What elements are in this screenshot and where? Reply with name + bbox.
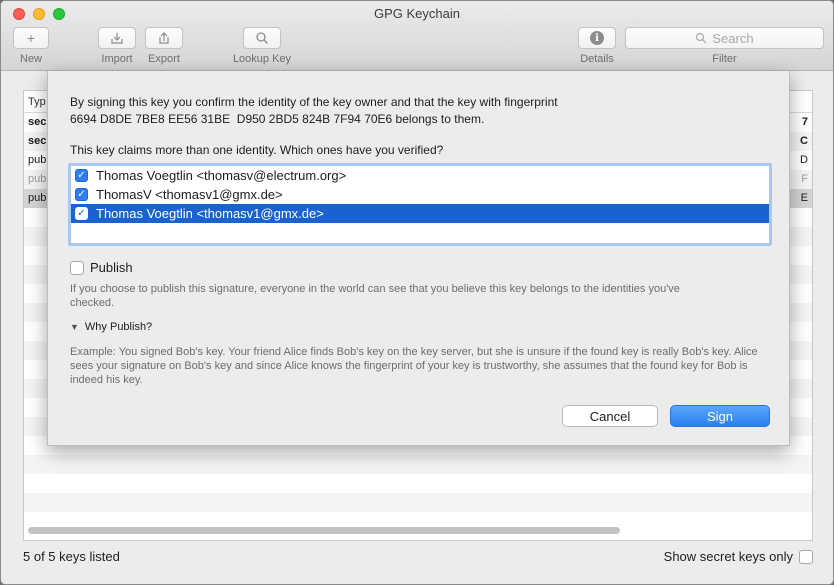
import-button[interactable] [98,27,136,49]
publish-checkbox[interactable] [70,260,84,275]
publish-example-text: Example: You signed Bob's key. Your frie… [70,346,758,386]
horizontal-scrollbar[interactable] [28,527,620,534]
import-icon [111,33,123,44]
app-window: GPG Keychain + New Import Export Lookup … [0,0,834,585]
sign-intro-text: By signing this key you confirm the iden… [70,94,760,128]
lookup-key-button[interactable] [243,27,281,49]
import-label: Import [101,53,133,65]
filter-tool: Search Filter [625,27,824,65]
lookup-key-tool[interactable]: Lookup Key [232,27,292,65]
export-button[interactable] [145,27,183,49]
search-input[interactable]: Search [625,27,824,49]
identity-row-selected[interactable]: ✓ Thomas Voegtlin <thomasv1@gmx.de> [71,204,769,223]
publish-note: If you choose to publish this signature,… [70,283,680,309]
type-column-header[interactable]: Typ [28,96,46,108]
key-id-cell: D [800,154,808,166]
why-publish-disclosure[interactable]: ▼ Why Publish? [70,321,152,333]
identity-checkbox[interactable]: ✓ [75,188,88,201]
secret-keys-only-label: Show secret keys only [663,549,793,564]
sign-intro-line: By signing this key you confirm the iden… [70,95,558,109]
empty-row [24,474,812,493]
info-icon: i [590,31,604,45]
sign-key-sheet: By signing this key you confirm the iden… [47,71,790,446]
identities-question: This key claims more than one identity. … [70,143,444,157]
plus-icon: + [26,30,36,46]
empty-row [24,455,812,474]
details-label: Details [580,53,614,65]
key-id-cell: 7 [801,116,808,128]
import-tool[interactable]: Import [98,27,136,65]
key-type-cell: pub [28,154,47,166]
identity-label: Thomas Voegtlin <thomasv@electrum.org> [96,168,347,183]
identity-checkbox[interactable]: ✓ [75,169,88,182]
key-id-cell: C [800,135,808,147]
key-id-cell: E [800,192,808,204]
publish-option[interactable]: Publish [70,260,133,275]
secret-keys-only-checkbox[interactable] [799,549,813,564]
export-icon [159,32,169,44]
titlebar: GPG Keychain + New Import Export Lookup … [1,1,833,71]
new-key-label: New [19,53,42,65]
fingerprint-line: 6694 D8DE 7BE8 EE56 31BE D950 2BD5 824B … [70,112,485,126]
export-label: Export [148,53,180,65]
secret-keys-only-option[interactable]: Show secret keys only [664,549,813,564]
key-type-cell: sec [28,116,47,128]
identity-row[interactable]: ✓ ThomasV <thomasv1@gmx.de> [71,185,769,204]
identity-label: ThomasV <thomasv1@gmx.de> [96,187,283,202]
sign-button[interactable]: Sign [670,405,770,427]
key-type-cell: sec [28,135,47,147]
identity-label: Thomas Voegtlin <thomasv1@gmx.de> [96,206,324,221]
disclosure-triangle-icon[interactable]: ▼ [70,322,79,332]
publish-label: Publish [90,260,133,275]
details-tool[interactable]: i Details [578,27,616,65]
window-title: GPG Keychain [374,6,460,21]
key-id-cell: F [801,173,808,185]
magnifier-icon [256,32,268,44]
key-type-cell: pub [28,173,47,185]
identity-row[interactable]: ✓ Thomas Voegtlin <thomasv@electrum.org> [71,166,769,185]
cancel-button[interactable]: Cancel [562,405,658,427]
filter-label: Filter [712,53,737,65]
search-icon [696,32,707,44]
key-type-cell: pub [28,192,47,204]
search-placeholder: Search [712,30,754,46]
identity-list[interactable]: ✓ Thomas Voegtlin <thomasv@electrum.org>… [68,163,772,246]
key-count-status: 5 of 5 keys listed [23,549,120,564]
empty-row [24,493,812,512]
details-button[interactable]: i [578,27,616,49]
lookup-key-label: Lookup Key [232,53,292,65]
export-tool[interactable]: Export [145,27,183,65]
identity-checkbox[interactable]: ✓ [75,207,88,220]
why-publish-label: Why Publish? [84,321,153,333]
new-key-button[interactable]: + [13,27,49,49]
new-key-tool[interactable]: + New [13,27,49,65]
